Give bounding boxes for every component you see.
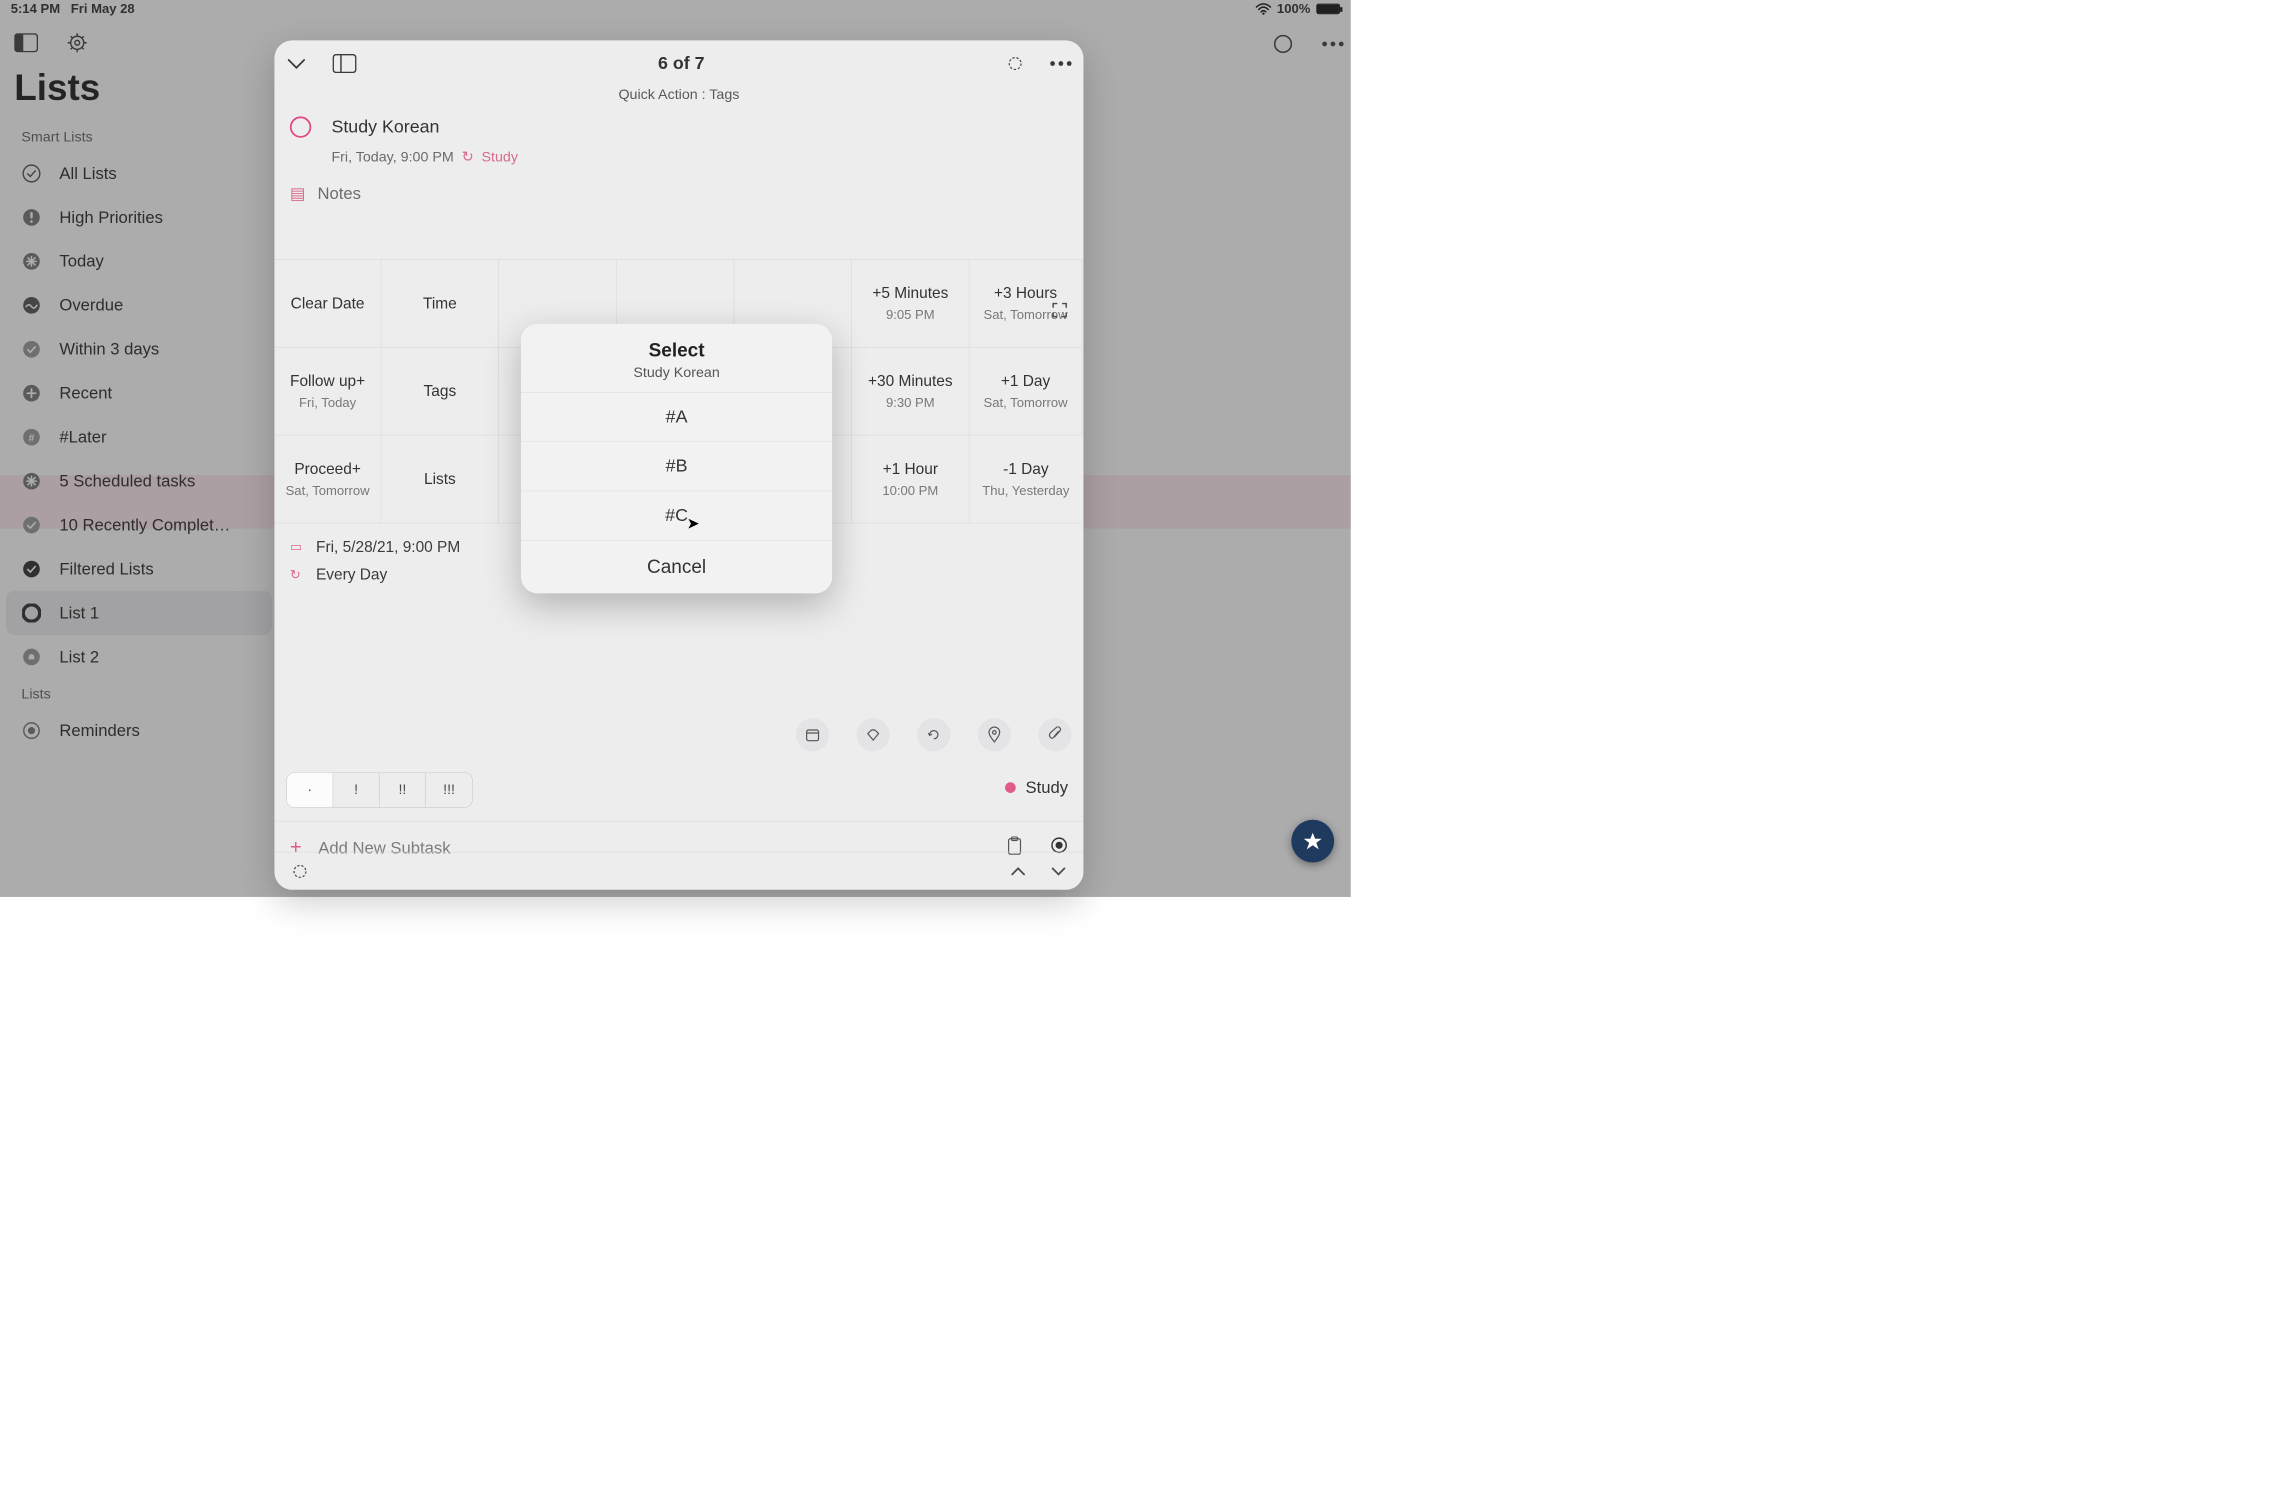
more-icon[interactable] (1050, 61, 1071, 66)
priority-segmented[interactable]: · ! !! !!! (286, 772, 473, 808)
quick-action-label: Quick Action : Tags (274, 87, 1083, 117)
full-date-text: Fri, 5/28/21, 9:00 PM (316, 538, 460, 556)
grid-plus-5m[interactable]: +5 Minutes9:05 PM (852, 260, 970, 348)
grid-proceed[interactable]: Proceed+Sat, Tomorrow (274, 435, 381, 523)
calendar-icon: ▭ (290, 539, 305, 554)
grid-followup[interactable]: Follow up+Fri, Today (274, 347, 381, 435)
grid-clear-date[interactable]: Clear Date (274, 260, 381, 348)
grid-plus-1h[interactable]: +1 Hour10:00 PM (852, 435, 970, 523)
fab-star-button[interactable] (1291, 820, 1334, 863)
task-meta-list: Study (482, 149, 518, 165)
notes-label: Notes (317, 184, 360, 203)
list-badge-label: Study (1025, 778, 1068, 797)
repeat-button[interactable] (917, 718, 950, 751)
chevron-up-icon[interactable] (1010, 865, 1027, 877)
grid-plus-30m[interactable]: +30 Minutes9:30 PM (852, 347, 970, 435)
popup-item-b[interactable]: #B (521, 441, 832, 490)
calendar-button[interactable] (796, 718, 829, 751)
popup-title: Select (533, 339, 820, 365)
list-badge[interactable]: Study (1005, 778, 1068, 797)
grid-lists[interactable]: Lists (381, 435, 499, 523)
chevron-down-icon[interactable] (286, 56, 306, 70)
sync-icon[interactable] (291, 862, 309, 880)
priority-high[interactable]: !!! (426, 773, 472, 807)
notes-field[interactable]: ▤ Notes (274, 175, 1083, 211)
select-popup: Select Study Korean #A #B #C Cancel (521, 324, 832, 594)
repeat-icon: ↻ (290, 567, 305, 582)
popup-subtitle: Study Korean (533, 365, 820, 382)
attachment-button[interactable] (1038, 718, 1071, 751)
location-button[interactable] (978, 718, 1011, 751)
grid-plus-1d[interactable]: +1 DaySat, Tomorrow (969, 347, 1082, 435)
task-meta: Fri, Today, 9:00 PM ↻ Study (274, 143, 1083, 176)
priority-low[interactable]: ! (333, 773, 379, 807)
task-checkbox[interactable] (290, 116, 311, 137)
repeat-icon: ↻ (462, 149, 474, 165)
task-title[interactable]: Study Korean (331, 117, 439, 137)
grid-minus-1d[interactable]: -1 DayThu, Yesterday (969, 435, 1082, 523)
popup-cancel[interactable]: Cancel (521, 540, 832, 593)
repeat-text: Every Day (316, 565, 387, 583)
popup-item-a[interactable]: #A (521, 392, 832, 441)
alert-button[interactable] (857, 718, 890, 751)
grid-time[interactable]: Time (381, 260, 499, 348)
chevron-down-icon[interactable] (1050, 865, 1067, 877)
list-color-dot (1005, 782, 1016, 793)
grid-tags[interactable]: Tags (381, 347, 499, 435)
task-meta-date: Fri, Today, 9:00 PM (331, 149, 453, 165)
popup-item-c[interactable]: #C (521, 491, 832, 540)
target-icon[interactable] (1006, 55, 1024, 73)
panel-counter: 6 of 7 (383, 53, 981, 73)
layout-icon[interactable] (333, 54, 357, 73)
notes-icon: ▤ (290, 184, 306, 204)
priority-none[interactable]: · (287, 773, 333, 807)
priority-med[interactable]: !! (380, 773, 426, 807)
expand-icon[interactable] (1051, 302, 1068, 319)
